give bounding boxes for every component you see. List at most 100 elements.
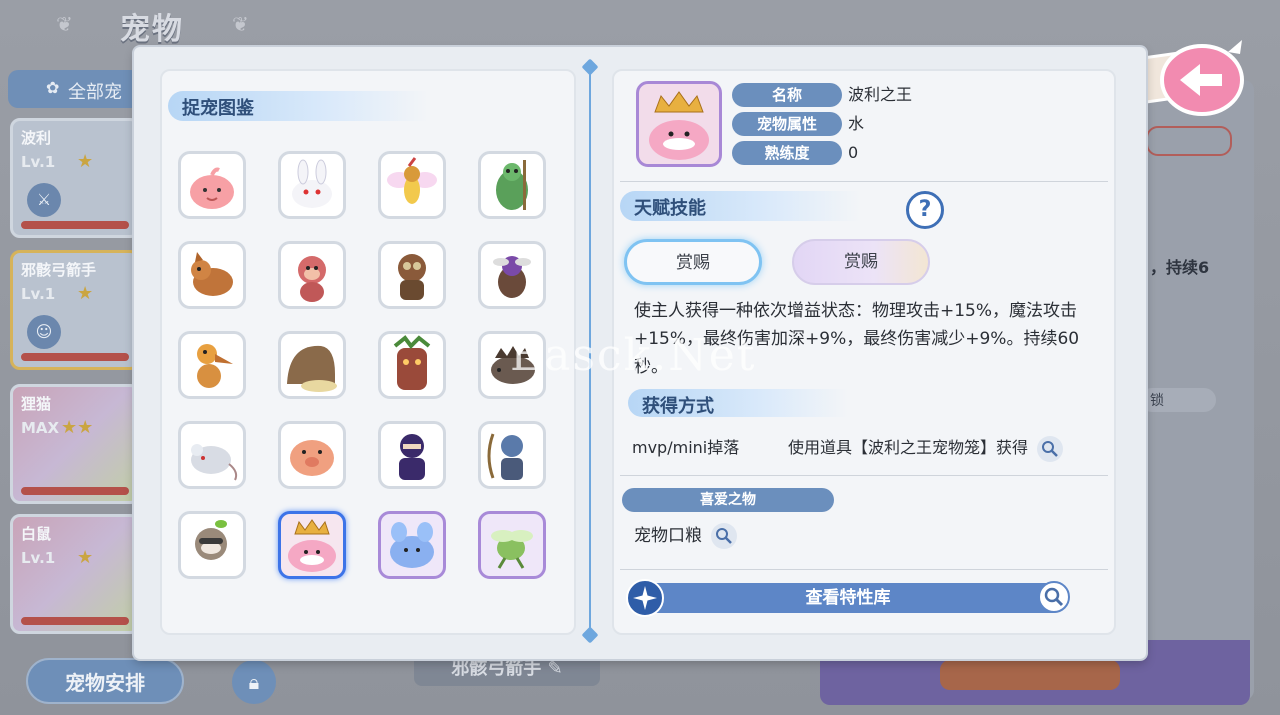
pet-hp-bar [21,353,129,361]
separator [620,475,1108,476]
skill-reward-button-2[interactable]: 赏赐 [792,239,930,285]
pet-card-name: 狸猫 [21,395,52,413]
poring-king-icon [288,519,336,572]
background-right-tag: 锁 [1140,388,1216,412]
pet-cell-pig[interactable] [278,421,346,489]
lock-icon[interactable]: 🔒︎ [232,660,276,704]
pet-card-level: Lv.1 [21,549,56,567]
sparkle-icon [626,579,664,617]
tree-monster-icon [393,335,431,390]
pet-cell-wolf[interactable] [178,241,246,309]
pet-cell-rocker[interactable] [478,151,546,219]
pet-hp-bar [21,221,129,229]
obtain-source-drop: mvp/mini掉落 [632,438,740,457]
chonchon-icon [493,256,531,298]
favorite-item[interactable]: 宠物口粮 [634,521,738,551]
search-icon[interactable] [1037,435,1064,462]
divider-ornament [581,626,599,644]
talent-skill-title: 天赋技能 [620,191,860,221]
pet-card-name: 波利 [21,129,52,147]
star-icon: ★★ [61,417,94,438]
current-pet-name-text: 邪骸弓箭手 [451,658,542,679]
poring-king-icon [649,91,709,160]
help-button[interactable]: ? [906,191,944,229]
pig-icon [290,440,334,476]
pet-cell-poring-king[interactable] [278,511,346,579]
favorite-item-text: 宠物口粮 [634,526,702,546]
background-orange-button [940,660,1120,690]
pet-card-level: MAX [21,419,60,437]
paw-icon: ✿ [46,78,60,97]
pet-list-card[interactable]: 白鼠 Lv.1 ★ [10,514,140,634]
view-trait-library-button[interactable]: 查看特性库 [628,583,1068,613]
back-arrow-icon [1135,40,1244,116]
pet-cell-creamy[interactable] [378,151,446,219]
obtain-source-item[interactable]: 使用道具【波利之王宠物笼】获得 [788,433,1064,463]
search-icon[interactable] [711,523,738,549]
pet-cell-snail[interactable] [278,331,346,399]
pet-cell-raccoon[interactable] [178,511,246,579]
lunatic-icon [292,159,332,208]
pet-card-level: Lv.1 [21,153,56,171]
pet-portrait [636,81,722,167]
tab-label: 全部宠 [68,82,122,103]
pet-list-card[interactable]: 狸猫 MAX ★★ [10,384,140,504]
pet-cell-ninja[interactable] [378,421,446,489]
search-icon[interactable] [1038,581,1070,613]
obtain-method-title: 获得方式 [628,389,848,417]
favorite-title: 喜爱之物 [622,488,834,512]
green-insect-icon [491,530,533,569]
pet-catalog-dialog: 捉宠图鉴 名称 波利之王 宠物属性 水 熟练度 0 天赋技能 ? 赏赐 赏赐 使… [134,47,1146,659]
poring-icon [190,167,234,209]
tab-all-pets[interactable]: ✿ 全部宠 [8,70,148,108]
name-label: 名称 [732,83,842,107]
pet-cell-orc-warrior[interactable] [378,241,446,309]
star-icon: ★ [77,283,94,304]
boar-icon [491,346,535,384]
proficiency-value: 0 [848,143,859,162]
pet-cell-yoyo[interactable] [278,241,346,309]
rocker-icon [496,160,528,210]
pet-cell-blue-bunny[interactable] [378,511,446,579]
attribute-label: 宠物属性 [732,112,842,136]
pet-card-name: 白鼠 [21,525,52,543]
name-value: 波利之王 [848,85,913,104]
orc-warrior-icon [398,254,426,300]
proficiency-label: 熟练度 [732,141,842,165]
pet-cell-green-insect[interactable] [478,511,546,579]
pet-arrange-button[interactable]: 宠物安排 [26,658,184,704]
pet-cell-boar[interactable] [478,331,546,399]
divider-ornament [581,58,599,76]
blue-bunny-icon [390,522,434,568]
pet-type-icon: ☺ [27,315,61,349]
pet-cell-rat[interactable] [178,421,246,489]
back-button[interactable] [1130,30,1250,120]
wolf-icon [191,252,233,296]
background-right-text: ，持续6 [1150,258,1210,277]
pet-cell-poring[interactable] [178,151,246,219]
wing-icon: ❦ [56,12,73,36]
pet-detail-panel: 名称 波利之王 宠物属性 水 熟练度 0 天赋技能 ? 赏赐 赏赐 使主人获得一… [612,69,1116,635]
attribute-value: 水 [848,114,865,133]
archer-skeleton-icon [487,433,523,480]
catalog-title: 捉宠图鉴 [168,91,428,121]
skill-description: 使主人获得一种依次增益状态：物理攻击+15%，魔法攻击+15%，最终伤害加深+9… [634,301,1080,377]
pet-list-card[interactable]: 邪骸弓箭手 Lv.1 ★ ☺ [10,250,140,370]
pet-card-name: 邪骸弓箭手 [21,261,97,279]
skill-reward-button-1[interactable]: 赏赐 [624,239,762,285]
star-icon: ★ [77,151,94,172]
wing-icon: ❦ [232,12,249,36]
peco-bird-icon [197,344,233,388]
rat-icon [191,444,238,481]
pet-list-card[interactable]: 波利 Lv.1 ★ ⚔ [10,118,140,238]
pet-cell-peco-bird[interactable] [178,331,246,399]
pet-cell-chonchon[interactable] [478,241,546,309]
yoyo-icon [298,256,326,302]
pet-cell-archer-skeleton[interactable] [478,421,546,489]
raccoon-icon [195,520,227,560]
star-icon: ★ [77,547,94,568]
pet-hp-bar [21,487,129,495]
separator [620,569,1108,570]
pet-cell-lunatic[interactable] [278,151,346,219]
pet-cell-tree-monster[interactable] [378,331,446,399]
